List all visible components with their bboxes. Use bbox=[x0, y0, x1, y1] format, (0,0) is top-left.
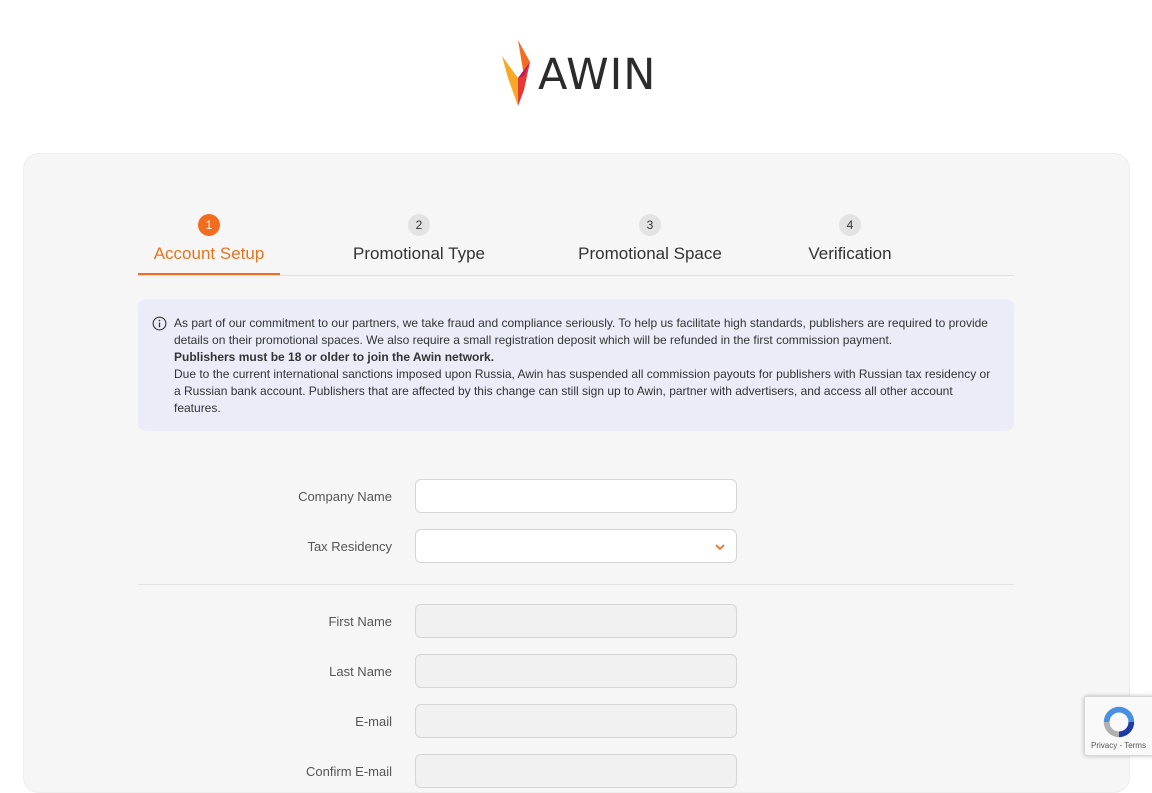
email-label: E-mail bbox=[355, 714, 392, 729]
step-account-setup[interactable]: 1 Account Setup bbox=[138, 214, 280, 275]
confirm-email-label: Confirm E-mail bbox=[306, 764, 392, 779]
step-promotional-space[interactable]: 3 Promotional Space bbox=[572, 214, 728, 276]
recaptcha-icon bbox=[1103, 706, 1135, 738]
notice-sanctions-text: Due to the current international sanctio… bbox=[174, 367, 991, 415]
last-name-input[interactable] bbox=[415, 654, 737, 688]
email-input[interactable] bbox=[415, 704, 737, 738]
email-row: E-mail bbox=[138, 704, 1014, 740]
page-header: AWIN bbox=[0, 0, 1152, 153]
step-promotional-type[interactable]: 2 Promotional Type bbox=[344, 214, 494, 276]
step-label: Verification bbox=[808, 244, 892, 263]
step-label: Promotional Space bbox=[578, 244, 722, 263]
awin-logo[interactable]: AWIN bbox=[500, 38, 660, 108]
step-number: 3 bbox=[639, 214, 661, 236]
first-name-input[interactable] bbox=[415, 604, 737, 638]
notice-age-requirement: Publishers must be 18 or older to join t… bbox=[174, 350, 495, 364]
company-name-row: Company Name bbox=[138, 479, 1014, 515]
step-label: Account Setup bbox=[153, 244, 265, 263]
compliance-notice: As part of our commitment to our partner… bbox=[138, 299, 1014, 431]
logo-wordmark: AWIN bbox=[538, 50, 657, 100]
recaptcha-links[interactable]: Privacy - Terms bbox=[1091, 741, 1146, 750]
last-name-label: Last Name bbox=[329, 664, 392, 679]
tax-residency-label: Tax Residency bbox=[307, 539, 392, 554]
awin-flame-icon bbox=[502, 40, 530, 106]
progress-steps: 1 Account Setup 2 Promotional Type 3 Pro… bbox=[138, 214, 1014, 276]
first-name-row: First Name bbox=[138, 604, 1014, 640]
company-name-input[interactable] bbox=[415, 479, 737, 513]
section-divider bbox=[138, 584, 1014, 585]
step-label: Promotional Type bbox=[353, 244, 485, 263]
chevron-down-icon bbox=[715, 544, 725, 551]
confirm-email-row: Confirm E-mail bbox=[138, 754, 1014, 790]
confirm-email-input[interactable] bbox=[415, 754, 737, 788]
step-verification[interactable]: 4 Verification bbox=[798, 214, 902, 276]
last-name-row: Last Name bbox=[138, 654, 1014, 690]
tax-residency-row: Tax Residency bbox=[138, 529, 1014, 565]
step-number: 1 bbox=[198, 214, 220, 236]
notice-text: As part of our commitment to our partner… bbox=[174, 316, 988, 347]
first-name-label: First Name bbox=[328, 614, 392, 629]
info-icon bbox=[152, 316, 167, 331]
recaptcha-badge[interactable]: Privacy - Terms bbox=[1084, 696, 1152, 756]
tax-residency-select[interactable] bbox=[415, 529, 737, 563]
step-number: 2 bbox=[408, 214, 430, 236]
step-number: 4 bbox=[839, 214, 861, 236]
company-name-label: Company Name bbox=[298, 489, 392, 504]
